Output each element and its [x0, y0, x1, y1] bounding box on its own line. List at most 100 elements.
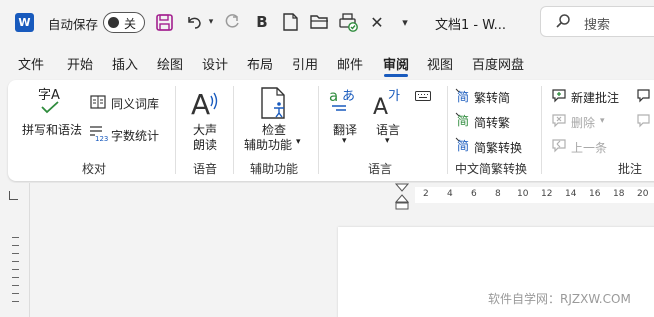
- group-label-language: 语言: [368, 162, 393, 176]
- language-icon-text-a: A: [373, 95, 388, 118]
- previous-comment-icon: [551, 137, 567, 153]
- comment-pane-icon[interactable]: [636, 112, 650, 128]
- ribbon-tabs: 文件 开始 插入 绘图 设计 布局 引用 邮件 审阅 视图 百度网盘: [0, 50, 654, 76]
- vertical-ruler-tick: [12, 245, 19, 246]
- simplified-to-traditional-button[interactable]: 简转繁: [474, 114, 510, 131]
- print-check-icon[interactable]: [337, 12, 359, 32]
- chevron-down-icon[interactable]: ▾: [600, 116, 605, 126]
- show-comments-icon[interactable]: [636, 87, 650, 103]
- redo-icon[interactable]: [222, 12, 242, 32]
- tab-home[interactable]: 开始: [67, 54, 93, 73]
- chevron-down-icon[interactable]: ▾: [385, 136, 390, 146]
- translate-icon-text-a: a: [329, 87, 338, 105]
- language-icon: A 가: [372, 86, 404, 118]
- delete-comment-button[interactable]: 删除: [571, 114, 595, 131]
- indent-marker-icon[interactable]: [394, 183, 410, 211]
- group-divider: [318, 86, 319, 174]
- thesaurus-icon: [90, 94, 106, 110]
- vertical-ruler-tick: [12, 253, 19, 254]
- check-accessibility-line2[interactable]: 辅助功能: [244, 136, 292, 153]
- ruler-number: 8: [495, 189, 501, 199]
- ruler-number: 16: [589, 189, 601, 199]
- translate-icon-text-b: あ: [342, 89, 355, 104]
- vertical-ruler-tick: [12, 277, 19, 278]
- open-folder-icon[interactable]: [308, 12, 330, 32]
- ruler-number: 14: [565, 189, 577, 199]
- tab-baidu-netdisk[interactable]: 百度网盘: [472, 54, 524, 73]
- thesaurus-button[interactable]: 同义词库: [111, 95, 159, 112]
- ruler-number: 18: [613, 189, 625, 199]
- group-label-accessibility: 辅助功能: [250, 162, 299, 176]
- toggle-knob: [108, 17, 119, 28]
- simplified-to-traditional-icon: 简: [455, 112, 471, 128]
- group-divider: [233, 86, 234, 174]
- language-icon-text-b: 가: [388, 89, 400, 104]
- group-label-speech: 语音: [193, 162, 218, 176]
- traditional-to-simplified-icon: 简: [455, 88, 471, 104]
- tab-review[interactable]: 审阅: [383, 54, 409, 73]
- ruler-number: 6: [471, 189, 477, 199]
- vertical-ruler-tick: [12, 301, 19, 302]
- spelling-grammar-button[interactable]: 拼写和语法: [22, 121, 82, 138]
- read-aloud-icon: A: [190, 86, 222, 118]
- chinese-conversion-button[interactable]: 简繁转换: [474, 139, 522, 156]
- ruler-number: 10: [517, 189, 529, 199]
- accessibility-check-icon: [258, 86, 290, 120]
- translate-icon: a あ: [328, 86, 360, 118]
- horizontal-ruler[interactable]: 2 4 6 8 10 12 14 16 18 20: [415, 187, 654, 203]
- chinese-conversion-icon: 简: [455, 137, 471, 153]
- new-document-icon[interactable]: [280, 12, 300, 32]
- customize-toolbar-icon[interactable]: ▾: [398, 12, 412, 32]
- ruler-number: 4: [447, 189, 453, 199]
- svg-text:A: A: [191, 88, 210, 118]
- word-count-icon: 123: [89, 124, 109, 142]
- keyboard-icon[interactable]: [415, 90, 431, 102]
- tab-file[interactable]: 文件: [18, 54, 44, 73]
- vertical-ruler-tick: [12, 261, 19, 262]
- vertical-ruler-edge: [29, 183, 30, 317]
- new-comment-icon: [551, 87, 567, 103]
- group-label-comments: 批注: [618, 162, 643, 176]
- group-label-chinese-conversion: 中文简繁转换: [455, 162, 528, 176]
- group-divider: [447, 86, 448, 174]
- traditional-to-simplified-button[interactable]: 繁转简: [474, 89, 510, 106]
- save-icon[interactable]: [154, 12, 174, 32]
- close-icon[interactable]: ✕: [368, 12, 386, 32]
- new-comment-button[interactable]: 新建批注: [571, 89, 619, 106]
- undo-icon[interactable]: [184, 12, 204, 32]
- undo-dropdown-icon[interactable]: ▾: [206, 12, 216, 32]
- tab-draw[interactable]: 绘图: [157, 54, 183, 73]
- delete-comment-icon: [551, 112, 567, 128]
- tab-view[interactable]: 视图: [427, 54, 453, 73]
- read-aloud-line2[interactable]: 朗读: [193, 136, 217, 153]
- chevron-down-icon[interactable]: ▾: [296, 137, 301, 147]
- tab-selector-icon[interactable]: [9, 191, 18, 200]
- vertical-ruler-tick: [12, 237, 19, 238]
- ruler-number: 20: [637, 189, 649, 199]
- tab-mailings[interactable]: 邮件: [337, 54, 363, 73]
- ruler-number: 2: [423, 189, 429, 199]
- ruler-number: 12: [541, 189, 553, 199]
- group-divider: [175, 86, 176, 174]
- autosave-toggle[interactable]: 关: [103, 12, 145, 33]
- vertical-ruler-tick: [12, 285, 19, 286]
- search-placeholder: 搜索: [584, 18, 611, 33]
- chevron-down-icon[interactable]: ▾: [342, 136, 347, 146]
- document-title: 文档1 - W...: [435, 18, 506, 33]
- spelling-icon-text: 字A: [38, 88, 60, 103]
- tab-layout[interactable]: 布局: [247, 54, 273, 73]
- active-tab-indicator: [384, 74, 408, 77]
- word-count-button[interactable]: 字数统计: [111, 127, 159, 144]
- tab-insert[interactable]: 插入: [112, 54, 138, 73]
- spelling-grammar-icon: 字A: [36, 86, 68, 118]
- word-logo-icon: W: [15, 13, 34, 32]
- autosave-state: 关: [124, 17, 137, 31]
- bold-icon[interactable]: B: [252, 12, 272, 32]
- search-box[interactable]: 搜索: [540, 6, 654, 37]
- search-icon: [555, 13, 571, 33]
- vertical-ruler-tick: [12, 269, 19, 270]
- previous-comment-button[interactable]: 上一条: [571, 139, 607, 156]
- tab-references[interactable]: 引用: [292, 54, 318, 73]
- title-bar: W 自动保存 关 ▾ B ✕ ▾ 文档1 - W... 搜索: [0, 0, 654, 46]
- tab-design[interactable]: 设计: [202, 54, 228, 73]
